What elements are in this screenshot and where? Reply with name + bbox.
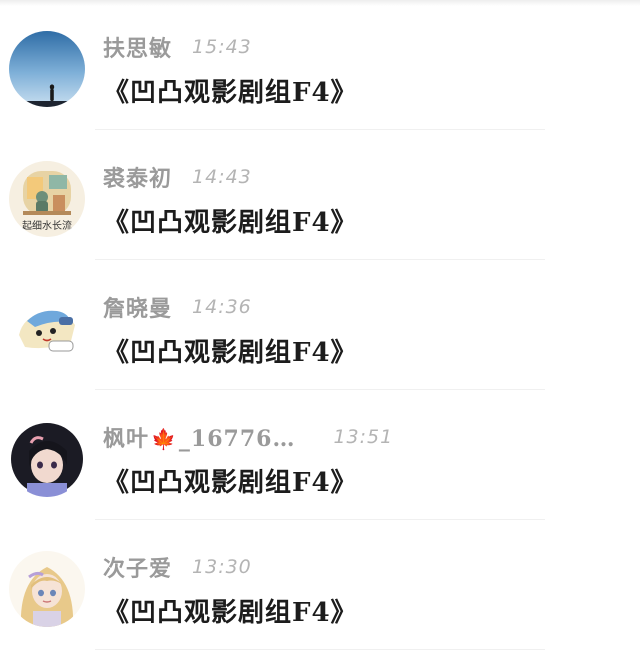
anime-girl-blonde-avatar[interactable] [9, 551, 85, 627]
silhouette-sky-avatar[interactable] [9, 31, 85, 107]
maple-leaf-icon: 🍁 [151, 427, 177, 451]
message-time: 13:51 [333, 426, 394, 448]
sender-name[interactable]: 扶思敏 [103, 31, 172, 63]
message-text[interactable]: 《凹凸观影剧组F4》 [103, 202, 358, 239]
message-meta: 扶思敏 15:43 [103, 30, 252, 64]
message-list: 扶思敏 15:43 《凹凸观影剧组F4》 起细水长流 裘泰初 14:43 《凹凸… [0, 0, 640, 650]
message-text[interactable]: 《凹凸观影剧组F4》 [103, 462, 358, 499]
illustrated-room-avatar[interactable]: 起细水长流 [9, 161, 85, 237]
divider [95, 649, 545, 650]
list-item[interactable]: 次子爱 13:30 《凹凸观影剧组F4》 [0, 520, 640, 650]
sender-name[interactable]: 詹晓曼 [103, 291, 172, 323]
message-text[interactable]: 《凹凸观影剧组F4》 [103, 592, 358, 629]
anime-girl-dark-avatar[interactable] [9, 421, 85, 497]
sender-name[interactable]: 次子爱 [103, 551, 172, 583]
message-time: 14:43 [192, 166, 252, 188]
message-meta: 枫叶 🍁_16776… 13:51 [103, 420, 393, 454]
sender-name-prefix: 枫叶 [103, 426, 150, 452]
list-item[interactable]: 起细水长流 裘泰初 14:43 《凹凸观影剧组F4》 [0, 130, 640, 260]
sender-name[interactable]: 枫叶 🍁_16776… [103, 421, 295, 453]
cartoon-character-avatar[interactable] [9, 291, 85, 367]
avatar-caption: 起细水长流 [22, 221, 72, 232]
message-time: 15:43 [192, 36, 252, 58]
message-time: 14:36 [192, 296, 252, 318]
sender-name[interactable]: 裘泰初 [103, 161, 172, 193]
sender-name-suffix: _16776… [178, 426, 296, 452]
list-item[interactable]: 扶思敏 15:43 《凹凸观影剧组F4》 [0, 0, 640, 130]
message-meta: 裘泰初 14:43 [103, 160, 252, 194]
message-text[interactable]: 《凹凸观影剧组F4》 [103, 332, 358, 369]
message-text[interactable]: 《凹凸观影剧组F4》 [103, 72, 358, 109]
message-time: 13:30 [192, 556, 252, 578]
message-meta: 次子爱 13:30 [103, 550, 252, 584]
list-item[interactable]: 詹晓曼 14:36 《凹凸观影剧组F4》 [0, 260, 640, 390]
list-item[interactable]: 枫叶 🍁_16776… 13:51 《凹凸观影剧组F4》 [0, 390, 640, 520]
message-meta: 詹晓曼 14:36 [103, 290, 252, 324]
